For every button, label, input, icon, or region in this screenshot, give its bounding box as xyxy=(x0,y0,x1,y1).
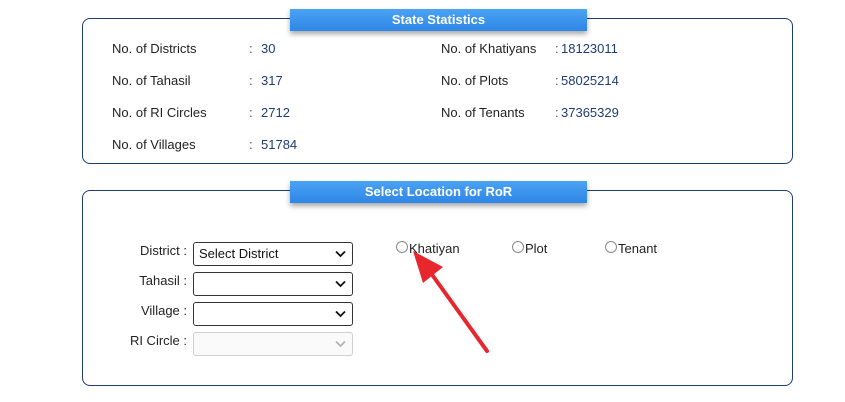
village-label: Village : xyxy=(140,303,187,318)
chevron-down-icon xyxy=(335,310,346,318)
khatiyans-colon: : xyxy=(555,41,559,56)
khatiyans-value: 18123011 xyxy=(561,41,618,56)
ri-circles-colon: : xyxy=(249,105,253,120)
villages-label: No. of Villages xyxy=(112,137,196,152)
chevron-down-icon xyxy=(335,250,346,258)
khatiyans-label: No. of Khatiyans xyxy=(441,41,537,56)
khatiyan-radio-label[interactable]: Khatiyan xyxy=(409,241,460,257)
district-select-value: Select District xyxy=(199,246,279,261)
page: State Statistics No. of Districts : 30 N… xyxy=(0,0,845,402)
districts-value: 30 xyxy=(261,41,276,56)
tahasil-count-label: No. of Tahasil xyxy=(112,73,191,88)
plot-radio[interactable] xyxy=(512,241,524,253)
tahasil-select[interactable] xyxy=(193,272,353,296)
districts-colon: : xyxy=(249,41,253,56)
tahasil-count-colon: : xyxy=(249,73,253,88)
plots-colon: : xyxy=(555,73,559,88)
select-location-panel: Select Location for RoR District : Selec… xyxy=(82,181,793,386)
villages-colon: : xyxy=(249,137,253,152)
khatiyan-radio[interactable] xyxy=(396,241,408,253)
plots-label: No. of Plots xyxy=(441,73,509,88)
ri-circle-select[interactable] xyxy=(193,332,353,356)
ri-circle-label: RI Circle : xyxy=(129,333,187,348)
ri-circles-label: No. of RI Circles xyxy=(112,105,207,120)
chevron-down-icon xyxy=(335,340,346,348)
plot-radio-label[interactable]: Plot xyxy=(525,241,547,257)
tenants-value: 37365329 xyxy=(561,105,619,120)
tenant-radio[interactable] xyxy=(605,241,617,253)
district-select[interactable]: Select District xyxy=(193,242,353,266)
villages-value: 51784 xyxy=(261,137,298,152)
tenants-colon: : xyxy=(555,105,559,120)
plots-value: 58025214 xyxy=(561,73,619,88)
tenant-radio-label[interactable]: Tenant xyxy=(618,241,657,257)
state-statistics-title: State Statistics xyxy=(290,9,587,31)
chevron-down-icon xyxy=(335,280,346,288)
tahasil-label: Tahasil : xyxy=(139,273,187,288)
tahasil-count-value: 317 xyxy=(261,73,283,88)
village-select[interactable] xyxy=(193,302,353,326)
select-location-title: Select Location for RoR xyxy=(290,181,587,203)
district-label: District : xyxy=(140,243,187,258)
state-statistics-panel: State Statistics No. of Districts : 30 N… xyxy=(82,9,793,164)
ri-circles-value: 2712 xyxy=(261,105,290,120)
tenants-label: No. of Tenants xyxy=(441,105,525,120)
districts-label: No. of Districts xyxy=(112,41,197,56)
